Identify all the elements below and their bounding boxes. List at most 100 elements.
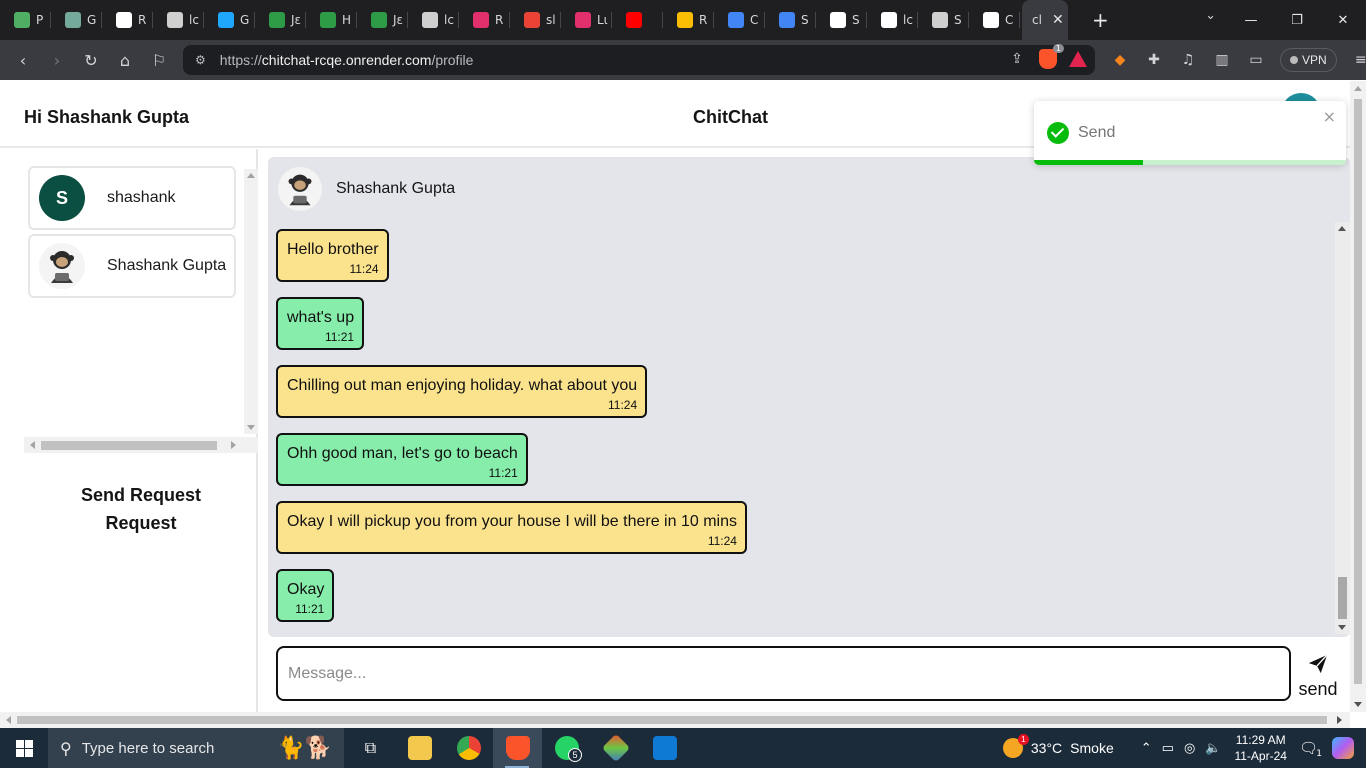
greeting-text: Hi Shashank Gupta xyxy=(24,107,190,127)
wallet-icon[interactable]: ▭ xyxy=(1246,50,1266,70)
tab-5[interactable]: Jε xyxy=(255,0,306,40)
chevron-up-icon[interactable]: ⌃ xyxy=(1141,741,1152,756)
monkey-avatar-icon xyxy=(278,167,322,211)
tab-0[interactable]: P xyxy=(0,0,51,40)
contact-item-shashank-gupta[interactable]: Shashank Gupta xyxy=(28,234,236,298)
brave-shields-icon[interactable]: 1 xyxy=(1039,44,1064,69)
media-icon[interactable]: ♫ xyxy=(1178,50,1198,70)
pinwheel-icon xyxy=(14,12,30,28)
contact-item-shashank[interactable]: S shashank xyxy=(28,166,236,230)
back-icon[interactable]: ‹ xyxy=(6,40,40,80)
bookmark-icon[interactable]: ⚐ xyxy=(142,40,176,80)
chrome-icon[interactable] xyxy=(444,728,493,768)
metamask-icon[interactable]: ◆ xyxy=(1110,50,1130,70)
menu-icon[interactable]: ≡ xyxy=(1351,50,1366,70)
tab-11[interactable]: Lι xyxy=(561,0,612,40)
network-icon[interactable]: ◎ xyxy=(1184,741,1195,756)
scroll-up-icon[interactable] xyxy=(247,173,255,178)
brave-icon[interactable] xyxy=(493,728,542,768)
minimize-icon[interactable]: — xyxy=(1228,13,1274,28)
tab-19[interactable]: C xyxy=(969,0,1020,40)
page-hscrollbar[interactable] xyxy=(0,712,1350,728)
scroll-up-icon[interactable] xyxy=(1354,86,1362,91)
vscode-icon[interactable] xyxy=(640,728,689,768)
scroll-down-icon[interactable] xyxy=(247,425,255,430)
new-tab-button[interactable]: + xyxy=(1092,8,1109,32)
scrollbar-thumb[interactable] xyxy=(1338,577,1347,619)
brave-logo-icon xyxy=(505,736,530,760)
browser-toolbar: ‹ › ↻ ⌂ ⚐ ⚙ https://chitchat-rcqe.onrend… xyxy=(0,40,1366,80)
sidebar-icon[interactable]: ▥ xyxy=(1212,50,1232,70)
chat-scrollbar[interactable] xyxy=(1335,222,1350,634)
success-check-icon xyxy=(1047,122,1069,144)
home-icon[interactable]: ⌂ xyxy=(108,40,142,80)
forward-icon[interactable]: › xyxy=(40,40,74,80)
weather-widget[interactable]: 1 33°C Smoke xyxy=(1002,734,1114,758)
tab-10[interactable]: sl xyxy=(510,0,561,40)
battery-icon[interactable]: ▭ xyxy=(1162,741,1174,756)
tab-14[interactable]: C xyxy=(714,0,765,40)
scrollbar-thumb[interactable] xyxy=(17,716,1327,724)
tab-search-chevron-icon[interactable]: ⌄ xyxy=(1205,8,1216,23)
contact-list-hscrollbar[interactable] xyxy=(24,437,258,453)
tab-7[interactable]: Jε xyxy=(357,0,408,40)
restore-icon[interactable]: ❐ xyxy=(1274,13,1320,28)
address-bar[interactable]: ⚙ https://chitchat-rcqe.onrender.com/pro… xyxy=(183,44,1095,75)
tab-13[interactable]: R xyxy=(663,0,714,40)
file-explorer-icon[interactable] xyxy=(395,728,444,768)
toast-close-icon[interactable]: × xyxy=(1323,107,1336,126)
send-request-button[interactable]: Send Request Request xyxy=(24,481,258,537)
tab-18[interactable]: S xyxy=(918,0,969,40)
tab-6[interactable]: H xyxy=(306,0,357,40)
close-tab-icon[interactable]: ✕ xyxy=(1052,12,1064,28)
notification-icon[interactable]: 🗨 1 xyxy=(1299,739,1322,759)
reload-icon[interactable]: ↻ xyxy=(74,40,108,80)
tab-2[interactable]: R xyxy=(102,0,153,40)
contact-list-vscrollbar[interactable] xyxy=(244,169,258,434)
close-window-icon[interactable]: ✕ xyxy=(1320,13,1366,28)
scroll-left-icon[interactable] xyxy=(6,716,11,724)
tab-4[interactable]: G xyxy=(204,0,255,40)
message-bubble: Chilling out man enjoying holiday. what … xyxy=(276,365,648,418)
scroll-down-icon[interactable] xyxy=(1354,702,1362,707)
volume-icon[interactable]: 🔈 xyxy=(1205,741,1221,756)
start-button[interactable] xyxy=(0,728,48,768)
message-time: 11:24 xyxy=(608,398,638,412)
clock[interactable]: 11:29 AM 11-Apr-24 xyxy=(1234,732,1286,764)
page-vscrollbar[interactable] xyxy=(1350,81,1366,712)
extensions-icon[interactable]: ✚ xyxy=(1144,50,1164,70)
scrollbar-thumb[interactable] xyxy=(1354,99,1362,684)
brave-rewards-icon[interactable] xyxy=(1069,51,1087,67)
tab-12[interactable] xyxy=(612,0,663,40)
whatsapp-icon[interactable]: 5 xyxy=(542,728,591,768)
copilot-icon[interactable] xyxy=(1332,737,1354,759)
scroll-right-icon[interactable] xyxy=(231,441,236,449)
site-settings-icon[interactable]: ⚙ xyxy=(195,53,206,67)
scroll-right-icon[interactable] xyxy=(1337,716,1342,724)
chitchat-app: Hi Shashank Gupta ChitChat S shashank Sh… xyxy=(0,81,1350,712)
link-icon xyxy=(320,12,336,28)
scroll-down-icon[interactable] xyxy=(1338,625,1346,630)
tab-label: Jε xyxy=(393,13,404,27)
tab-active[interactable]: cl ✕ xyxy=(1022,0,1068,40)
vpn-button[interactable]: VPN xyxy=(1280,48,1337,72)
share-icon[interactable]: ⇪ xyxy=(1007,49,1027,69)
tab-15[interactable]: S xyxy=(765,0,816,40)
tab-3[interactable]: lc xyxy=(153,0,204,40)
tab-1[interactable]: G xyxy=(51,0,102,40)
task-view-icon[interactable]: ⧉ xyxy=(346,728,395,768)
scroll-up-icon[interactable] xyxy=(1338,226,1346,231)
tab-16[interactable]: S xyxy=(816,0,867,40)
message-text: Okay xyxy=(287,581,325,598)
scroll-left-icon[interactable] xyxy=(30,441,35,449)
git-icon[interactable] xyxy=(591,728,640,768)
message-time: 11:21 xyxy=(488,466,518,480)
tab-8[interactable]: lc xyxy=(408,0,459,40)
search-placeholder: Type here to search xyxy=(81,739,215,757)
taskbar-search[interactable]: ⚲ Type here to search 🐈🐕 xyxy=(48,728,344,768)
tab-9[interactable]: R xyxy=(459,0,510,40)
send-button[interactable]: send xyxy=(1294,646,1342,702)
message-input[interactable] xyxy=(276,646,1291,701)
scrollbar-thumb[interactable] xyxy=(41,441,217,450)
tab-17[interactable]: lc xyxy=(867,0,918,40)
